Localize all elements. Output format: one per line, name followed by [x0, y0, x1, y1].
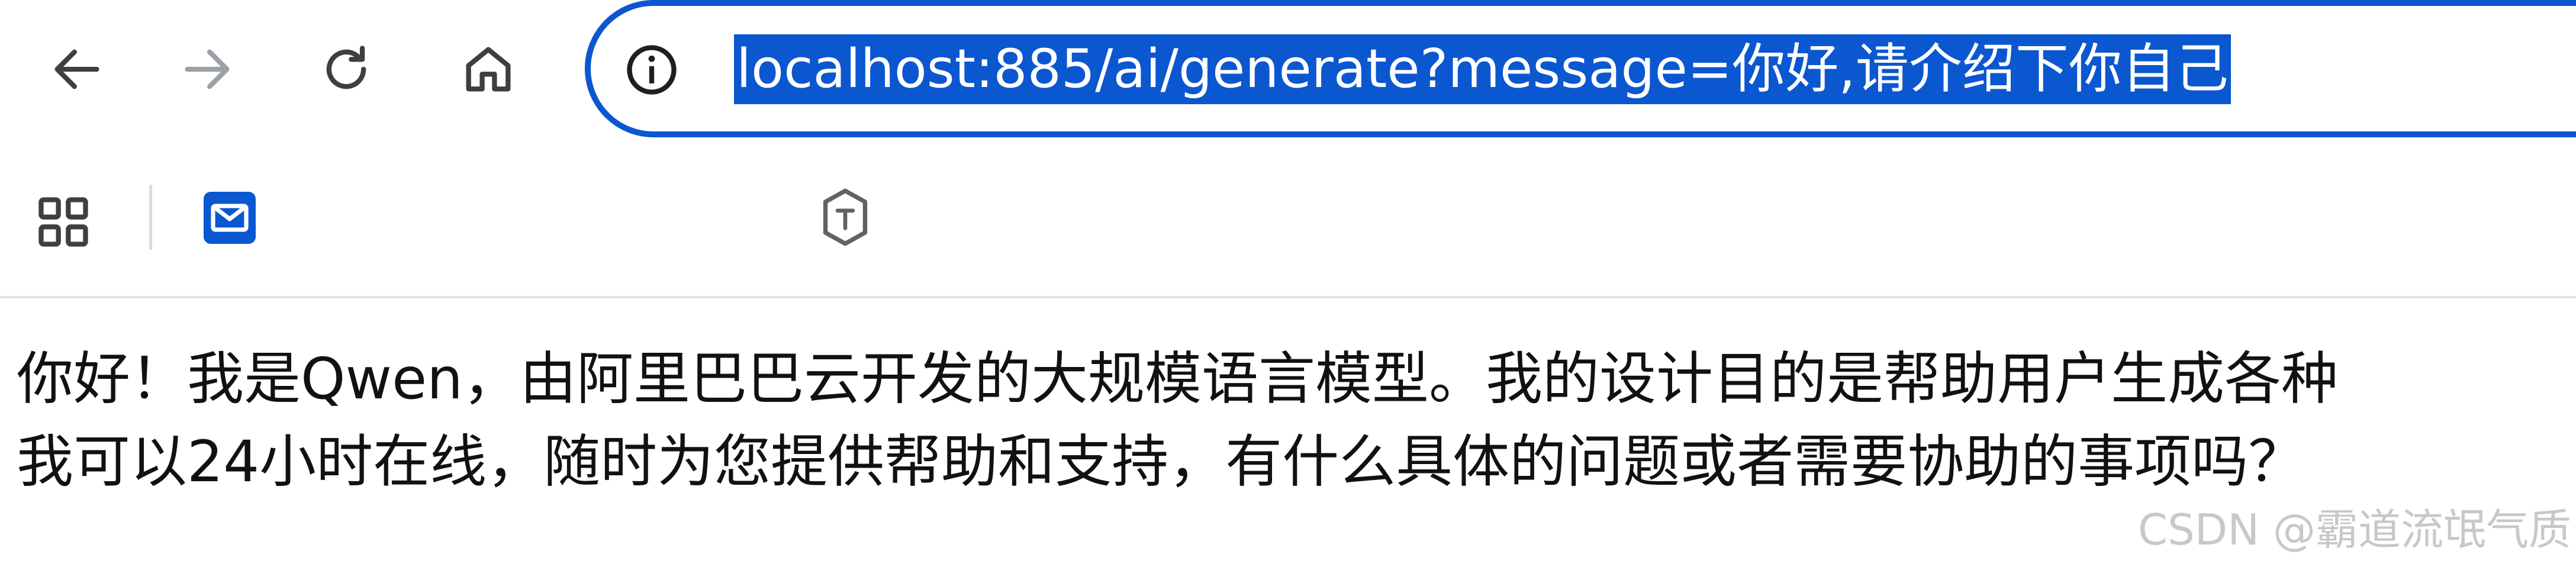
browser-window: localhost:885/ai/generate?message=你好,请介绍… — [0, 0, 2576, 570]
apps-grid-icon — [38, 197, 88, 247]
bookmarks-divider — [149, 185, 152, 250]
mail-icon — [204, 192, 256, 244]
home-button[interactable] — [450, 31, 527, 108]
shield-extension-icon — [823, 188, 868, 246]
bookmarks-bar — [0, 172, 2576, 260]
page-content: 你好！我是Qwen，由阿里巴巴云开发的大规模语言模型。我的设计目的是帮助用户生成… — [17, 337, 2576, 503]
arrow-right-icon — [185, 49, 230, 89]
navigation-bar: localhost:885/ai/generate?message=你好,请介绍… — [0, 0, 2576, 142]
bookmark-extension[interactable] — [816, 185, 875, 250]
url-text[interactable]: localhost:885/ai/generate?message=你好,请介绍… — [734, 34, 2231, 104]
site-info-button[interactable] — [619, 37, 685, 103]
forward-button[interactable] — [169, 31, 246, 108]
reload-button[interactable] — [308, 31, 385, 108]
watermark: CSDN @霸道流氓气质 — [2137, 505, 2571, 555]
info-icon — [627, 45, 677, 95]
back-button[interactable] — [38, 31, 115, 108]
apps-button[interactable] — [31, 189, 96, 255]
reload-icon — [326, 46, 366, 89]
toolbar-divider — [0, 296, 2576, 298]
bookmark-mail[interactable] — [201, 189, 258, 246]
response-line-1: 你好！我是Qwen，由阿里巴巴云开发的大规模语言模型。我的设计目的是帮助用户生成… — [17, 346, 2338, 412]
home-icon — [466, 47, 511, 92]
response-line-2: 我可以24小时在线，随时为您提供帮助和支持，有什么具体的问题或者需要协助的事项吗… — [17, 429, 2305, 495]
arrow-left-icon — [54, 49, 99, 89]
